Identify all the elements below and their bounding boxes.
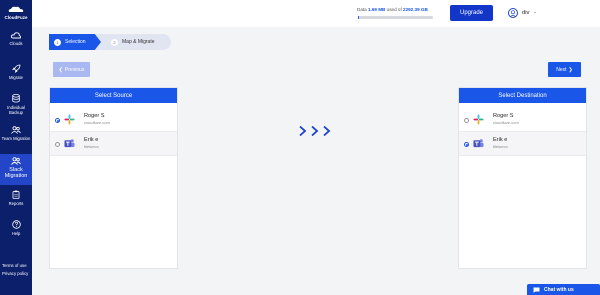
sidebar-item-help[interactable]: Help	[0, 220, 32, 238]
destination-row-erik[interactable]: Erik e filelueco	[459, 132, 586, 156]
team-icon	[11, 126, 21, 134]
sidebar-item-label: Reports	[8, 201, 24, 206]
terms-link[interactable]: Terms of use	[2, 263, 27, 268]
source-panel: Select Source Roger S cloudfuze.com Erik…	[49, 87, 178, 269]
destination-panel-title: Select Destination	[459, 88, 586, 103]
slack-icon	[473, 114, 484, 125]
sidebar: CloudFuze Clouds Migrate Individual Back…	[0, 0, 32, 295]
account-name: Erik e	[493, 137, 508, 143]
storage-mid: used of	[386, 7, 402, 12]
clipboard-icon	[12, 190, 20, 199]
step-label: Selection	[65, 39, 86, 45]
transfer-arrows-icon	[299, 125, 331, 137]
destination-row-roger[interactable]: Roger S cloudfuze.com	[459, 108, 586, 132]
account-domain: filelueco	[493, 144, 508, 149]
cloudfuze-logo-icon	[8, 6, 24, 12]
account-name: Roger S	[84, 113, 105, 119]
brand-logo[interactable]: CloudFuze	[2, 6, 30, 20]
step-map-migrate[interactable]: 2 Map & Migrate	[95, 34, 171, 50]
account-domain: cloudfuze.com	[84, 120, 110, 125]
sidebar-item-label: Help	[11, 231, 21, 236]
chevron-down-icon[interactable]: ⌄	[533, 9, 537, 15]
sidebar-item-migrate[interactable]: Migrate	[0, 64, 32, 84]
next-button[interactable]: Next ❯	[548, 62, 581, 77]
chat-widget-button[interactable]: Chat with us	[527, 284, 600, 295]
account-name: Roger S	[493, 113, 514, 119]
source-panel-title: Select Source	[50, 88, 177, 103]
source-row-roger[interactable]: Roger S cloudfuze.com	[50, 108, 177, 132]
account-domain: filelueco	[84, 144, 99, 149]
sidebar-item-label: Clouds	[9, 41, 23, 46]
account-name: Erik e	[84, 137, 99, 143]
previous-button[interactable]: ❮ Previous	[53, 62, 90, 77]
database-icon	[12, 94, 20, 103]
destination-radio[interactable]	[464, 118, 469, 123]
account-domain: cloudfuze.com	[493, 120, 519, 125]
storage-progress-bar	[358, 16, 433, 19]
teams-icon	[64, 139, 75, 148]
storage-prefix: Data	[357, 7, 367, 12]
step-selection[interactable]: 1 Selection	[49, 34, 101, 50]
sidebar-item-label: Slack Migration	[4, 167, 28, 179]
chat-bubble-icon	[533, 287, 540, 293]
teams-icon	[473, 139, 484, 148]
source-radio[interactable]	[55, 118, 60, 123]
step-label: Map & Migrate	[122, 39, 155, 45]
sidebar-item-slack-migration[interactable]: Slack Migration	[0, 154, 32, 185]
slack-migration-icon	[11, 157, 21, 165]
step-number: 2	[111, 38, 118, 46]
user-name[interactable]: div	[522, 10, 529, 16]
brand-name: CloudFuze	[4, 15, 28, 20]
storage-progress-fill	[358, 16, 359, 19]
sidebar-item-clouds[interactable]: Clouds	[0, 32, 32, 52]
sidebar-item-label: Team Migration	[1, 136, 31, 141]
destination-radio[interactable]	[464, 142, 469, 147]
previous-label: Previous	[64, 66, 85, 73]
chevron-left-icon: ❮	[58, 66, 63, 73]
sidebar-item-team-migration[interactable]: Team Migration	[0, 126, 32, 152]
rocket-icon	[11, 64, 20, 73]
sidebar-item-reports[interactable]: Reports	[0, 190, 32, 208]
help-icon	[11, 220, 21, 229]
avatar-icon[interactable]	[508, 8, 518, 18]
chevron-right-icon: ❯	[568, 66, 573, 73]
cloud-icon	[11, 32, 21, 39]
source-radio[interactable]	[55, 142, 60, 147]
storage-usage: Data 1.69 MB used of 2292.39 GB	[357, 7, 428, 12]
sidebar-item-individual-backup[interactable]: Individual Backup	[0, 94, 32, 120]
sidebar-item-label: Migrate	[9, 75, 23, 80]
step-indicator: 2 Map & Migrate 1 Selection	[49, 34, 171, 50]
chat-label: Chat with us	[544, 286, 574, 293]
upgrade-button[interactable]: Upgrade	[450, 5, 493, 21]
sidebar-item-label: Individual Backup	[7, 105, 25, 115]
destination-panel: Select Destination Roger S cloudfuze.com…	[458, 87, 587, 269]
privacy-link[interactable]: Privacy policy	[2, 271, 28, 276]
storage-used: 1.69 MB	[368, 7, 386, 12]
slack-icon	[64, 114, 75, 125]
source-row-erik[interactable]: Erik e filelueco	[50, 132, 177, 156]
storage-total: 2292.39 GB	[403, 7, 428, 12]
step-number: 1	[54, 38, 61, 46]
next-label: Next	[556, 66, 567, 73]
